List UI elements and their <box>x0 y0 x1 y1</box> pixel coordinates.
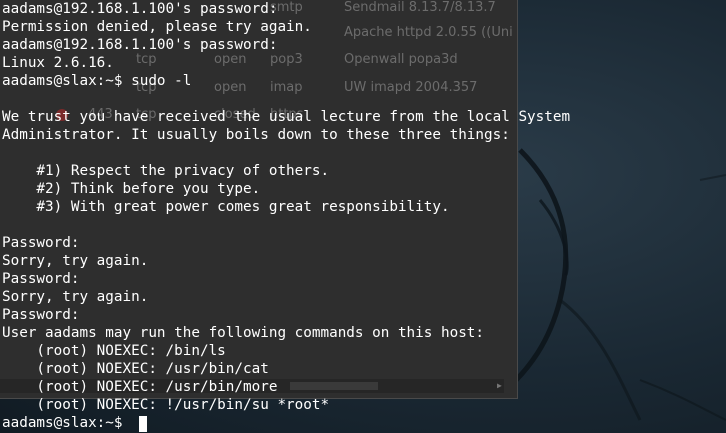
terminal-line: (root) NOEXEC: /usr/bin/cat <box>2 361 269 377</box>
terminal-line: (root) NOEXEC: /bin/ls <box>2 343 226 359</box>
terminal-output[interactable]: aadams@192.168.1.100's password: Permiss… <box>0 0 726 433</box>
terminal-line: We trust you have received the usual lec… <box>2 109 571 125</box>
terminal-line: #3) With great power comes great respons… <box>2 199 450 215</box>
terminal-line: #2) Think before you type. <box>2 181 261 197</box>
terminal-line: Administrator. It usually boils down to … <box>2 127 510 143</box>
terminal-line: aadams@slax:~$ sudo -l <box>2 73 192 89</box>
text-cursor <box>139 416 147 432</box>
terminal-line: Sorry, try again. <box>2 253 149 269</box>
terminal-line: #1) Respect the privacy of others. <box>2 163 330 179</box>
terminal-prompt[interactable]: aadams@slax:~$ <box>2 414 131 432</box>
terminal-line: Password: <box>2 271 80 287</box>
terminal-line: (root) NOEXEC: /usr/bin/more <box>2 379 278 395</box>
terminal-line: aadams@192.168.1.100's password: <box>2 37 278 53</box>
terminal-line: aadams@192.168.1.100's password: <box>2 1 278 17</box>
terminal-line: Password: <box>2 235 80 251</box>
terminal-line: (root) NOEXEC: !/usr/bin/su *root* <box>2 397 330 413</box>
terminal-line: User aadams may run the following comman… <box>2 325 485 341</box>
terminal-line: Password: <box>2 307 80 323</box>
terminal-line: Linux 2.6.16. <box>2 55 114 71</box>
terminal-line: Permission denied, please try again. <box>2 19 312 35</box>
terminal-line: Sorry, try again. <box>2 289 149 305</box>
